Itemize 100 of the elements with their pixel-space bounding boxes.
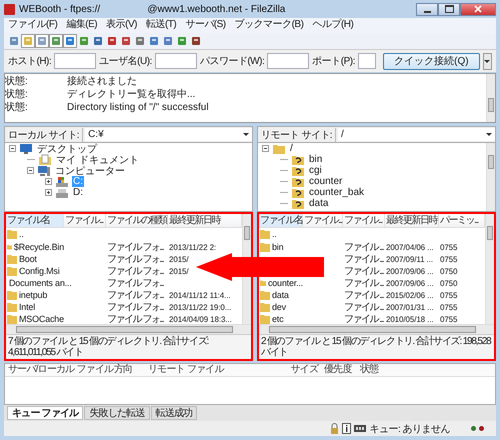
table-cell: 2007/01/31 ... xyxy=(386,302,434,312)
menu-item[interactable]: ヘルプ(H) xyxy=(312,19,354,32)
file-name[interactable]: inetpub xyxy=(19,290,48,300)
tree-item[interactable]: / xyxy=(288,143,294,154)
table-cell: 0750 xyxy=(440,266,458,276)
expander-icon[interactable] xyxy=(9,145,16,152)
tree-item[interactable]: data xyxy=(308,198,330,209)
tab[interactable]: 転送成功 xyxy=(150,406,198,420)
menu-item[interactable]: 転送(T) xyxy=(146,19,176,32)
column-header[interactable]: サイズ xyxy=(281,364,321,376)
tree-line xyxy=(280,192,288,193)
tree-line xyxy=(280,181,288,182)
expander-icon[interactable] xyxy=(45,178,52,185)
table-cell: 0755 xyxy=(440,314,458,324)
menu-item[interactable]: ファイル(F) xyxy=(8,19,58,32)
tree-item[interactable]: D: xyxy=(72,187,84,198)
scrollbar[interactable] xyxy=(258,324,494,334)
file-name[interactable]: .. xyxy=(272,229,277,239)
input-field[interactable] xyxy=(358,53,376,69)
tree-item[interactable]: デスクトップ xyxy=(36,142,98,156)
table-cell: 2014/11/12 11:4... xyxy=(169,290,231,300)
expander-icon[interactable] xyxy=(262,145,269,152)
table-cell: 2015/ xyxy=(169,266,189,276)
scrollbar[interactable] xyxy=(6,324,251,334)
tree-line xyxy=(280,203,288,204)
tree-item[interactable]: counter xyxy=(308,176,344,187)
expander-icon[interactable] xyxy=(27,167,34,174)
column-header[interactable]: ファイル... xyxy=(342,214,385,227)
scrollbar[interactable] xyxy=(485,214,494,324)
scrollbar[interactable] xyxy=(486,143,495,211)
table-cell-text: ファイル フォ... xyxy=(107,253,164,266)
scrollbar[interactable] xyxy=(486,74,495,122)
column-header[interactable]: ファイル... xyxy=(64,214,106,227)
question-folder-icon xyxy=(290,186,305,198)
tab[interactable]: 失敗した転送 xyxy=(84,406,150,420)
file-name[interactable]: .. xyxy=(19,229,24,239)
maximize-button[interactable] xyxy=(438,2,460,16)
table-cell-text: ファイル フォ... xyxy=(107,289,164,302)
tab[interactable]: キュー ファイル xyxy=(7,406,84,420)
column-header[interactable]: ファイル... xyxy=(302,214,343,227)
question-folder-icon xyxy=(290,154,305,166)
file-name[interactable]: counter... xyxy=(268,278,303,288)
file-name[interactable]: bin xyxy=(272,242,284,252)
tree-item[interactable]: bin xyxy=(308,154,324,165)
table-cell-text: ファイル フォ... xyxy=(107,265,164,278)
column-header[interactable]: 状態 xyxy=(357,364,403,376)
column-header[interactable]: ファイル名 xyxy=(258,214,303,227)
close-icon xyxy=(474,5,482,13)
status-light-icon xyxy=(471,426,476,431)
tree-line xyxy=(27,159,35,160)
table-cell-text: ファイル フォ... xyxy=(107,277,164,290)
file-name[interactable]: data xyxy=(272,290,289,300)
question-folder-icon xyxy=(290,164,305,176)
column-header[interactable]: リモート ファイル xyxy=(145,364,281,376)
input-field[interactable] xyxy=(267,53,310,69)
tree-item[interactable]: マイ ドキュメント xyxy=(55,152,140,166)
field-label: ユーザ名(U): xyxy=(99,55,152,68)
file-name[interactable]: MSOCache xyxy=(19,314,64,324)
input-field[interactable] xyxy=(54,53,96,69)
minimize-button[interactable] xyxy=(416,2,438,16)
quickconnect-button[interactable]: クイック接続(Q) xyxy=(383,52,480,70)
column-header[interactable]: ファイル名 xyxy=(6,214,64,227)
column-header[interactable]: 優先度 xyxy=(321,364,357,376)
table-cell: 2007/09/06 ... xyxy=(386,278,434,288)
table-cell: 2013/11/22 2: xyxy=(169,242,216,252)
table-cell-text: ファイル ... xyxy=(344,241,384,254)
menu-item[interactable]: サーバ(S) xyxy=(185,19,226,32)
input-field[interactable] xyxy=(154,53,197,69)
field-label: ポート(P): xyxy=(312,55,355,68)
file-name[interactable]: $Recycle.Bin xyxy=(14,242,64,252)
table-cell: 2007/09/06 ... xyxy=(386,266,434,276)
tree-item[interactable]: コンピューター xyxy=(54,164,126,178)
field-label: パスワード(W): xyxy=(200,55,264,68)
file-name[interactable]: Intel xyxy=(19,302,36,312)
file-name[interactable]: Config.Msi xyxy=(19,266,60,276)
dropdown-button[interactable] xyxy=(482,52,492,70)
expander-icon[interactable] xyxy=(45,189,52,196)
tree-item[interactable]: counter_bak xyxy=(308,187,366,198)
file-name[interactable]: Documents an... xyxy=(9,278,72,288)
log-label: 状態: xyxy=(5,75,29,88)
file-name[interactable]: dev xyxy=(272,302,286,312)
log-message: ディレクトリー覧を取得中... xyxy=(67,88,196,101)
computer-icon xyxy=(37,164,51,176)
table-cell: 2015/ xyxy=(169,254,189,264)
log-message: Directory listing of "/" successful xyxy=(67,101,209,114)
file-name[interactable]: Boot xyxy=(19,254,37,264)
menu-item[interactable]: 編集(E) xyxy=(66,19,98,32)
menu-item[interactable]: 表示(V) xyxy=(106,19,137,32)
tree-item[interactable]: cgi xyxy=(308,165,323,176)
column-header[interactable]: ファイルの種類 xyxy=(106,214,168,227)
close-button[interactable] xyxy=(460,2,496,16)
file-name[interactable]: etc xyxy=(272,314,284,324)
directory-summary: 2 個のファイル と 15 個のディレクトリ. 合計サイズ: 198,528 バイト xyxy=(258,334,494,359)
table-cell-text: ファイル フォ... xyxy=(107,301,164,314)
log-label: 状態: xyxy=(5,101,29,114)
column-header[interactable]: 最終更新日時 xyxy=(384,214,439,227)
menu-item[interactable]: ブックマーク(B) xyxy=(234,19,304,32)
table-cell: 0755 xyxy=(440,254,458,264)
table-cell-text: ファイル ... xyxy=(344,253,384,266)
table-cell-text: ファイル フォ... xyxy=(107,241,164,254)
